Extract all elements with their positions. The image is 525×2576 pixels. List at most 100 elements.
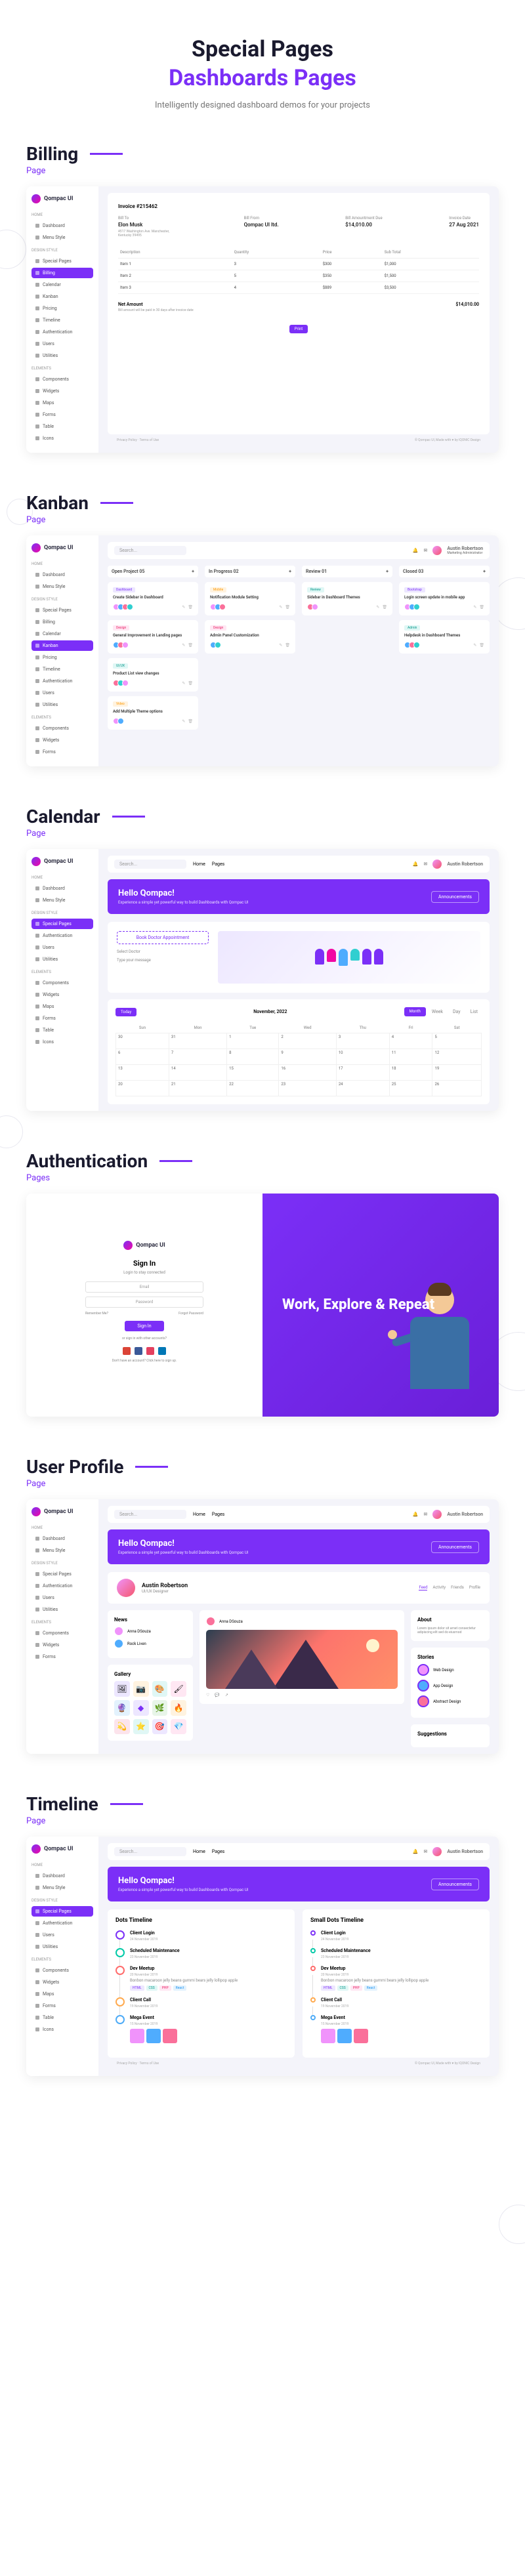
logo[interactable]: Qompac UI: [32, 543, 93, 552]
view-week[interactable]: Week: [428, 1007, 447, 1016]
print-button[interactable]: Print: [289, 325, 308, 333]
nav-item[interactable]: Widgets: [32, 735, 93, 745]
nav-item[interactable]: Users: [32, 688, 93, 698]
gallery-item[interactable]: ◆: [133, 1700, 149, 1716]
nav-item[interactable]: Utilities: [32, 954, 93, 965]
cal-day[interactable]: 20: [116, 1081, 169, 1096]
trash-icon[interactable]: 🗑: [479, 643, 484, 648]
story-avatar[interactable]: [417, 1664, 429, 1676]
nav-item[interactable]: Widgets: [32, 1977, 93, 1987]
nav-maps[interactable]: Maps: [32, 398, 93, 408]
trash-icon[interactable]: 🗑: [188, 719, 193, 724]
cal-day[interactable]: 14: [169, 1065, 226, 1081]
post-image[interactable]: [206, 1630, 398, 1689]
cal-day[interactable]: 25: [389, 1081, 432, 1096]
nav-item[interactable]: Table: [32, 1025, 93, 1035]
nav-item[interactable]: Forms: [32, 1013, 93, 1024]
cal-day[interactable]: 2: [279, 1033, 336, 1049]
cal-day[interactable]: 11: [389, 1049, 432, 1065]
profile-avatar[interactable]: [117, 1579, 135, 1597]
nav-item[interactable]: Pricing: [32, 652, 93, 663]
nav-menu[interactable]: Menu Style: [32, 232, 93, 243]
kanban-card[interactable]: DesignAdmin Panel Customization✎🗑: [205, 620, 295, 654]
kanban-card[interactable]: VideoAdd Multiple Theme options✎🗑: [108, 696, 198, 730]
cal-day[interactable]: 16: [279, 1065, 336, 1081]
nav-item[interactable]: Calendar: [32, 629, 93, 639]
cal-day[interactable]: 5: [432, 1033, 482, 1049]
email-input[interactable]: Email: [85, 1281, 203, 1293]
bell-icon[interactable]: 🔔: [413, 548, 419, 553]
instagram-icon[interactable]: [146, 1347, 154, 1355]
trash-icon[interactable]: 🗑: [188, 605, 193, 610]
cal-day[interactable]: 15: [227, 1065, 279, 1081]
forgot-link[interactable]: Forgot Password: [178, 1312, 203, 1316]
nav-special[interactable]: Special Pages: [32, 256, 93, 266]
gallery-item[interactable]: ⭐: [133, 1719, 149, 1735]
nav-item[interactable]: Menu Style: [32, 581, 93, 592]
tab-profile[interactable]: Profile: [469, 1585, 480, 1590]
gallery-item[interactable]: 💎: [171, 1719, 186, 1735]
nav-users[interactable]: Users: [32, 339, 93, 349]
nav-special-active[interactable]: Special Pages: [32, 919, 93, 929]
nav-item[interactable]: Authentication: [32, 1918, 93, 1928]
tl-image[interactable]: [163, 2029, 177, 2043]
nav-item[interactable]: Maps: [32, 1001, 93, 1012]
nav-item[interactable]: Icons: [32, 1037, 93, 1047]
logo[interactable]: Qompac UI: [32, 1844, 93, 1854]
view-month[interactable]: Month: [404, 1007, 426, 1016]
cal-day[interactable]: 9: [279, 1049, 336, 1065]
message-field[interactable]: Type your message: [117, 958, 209, 963]
tab-friends[interactable]: Friends: [451, 1585, 464, 1590]
password-input[interactable]: Password: [85, 1297, 203, 1308]
nav-item[interactable]: Users: [32, 942, 93, 953]
cal-day[interactable]: 6: [116, 1049, 169, 1065]
gallery-item[interactable]: 🖌: [171, 1681, 186, 1697]
cal-day[interactable]: 3: [336, 1033, 389, 1049]
home-link[interactable]: Home: [193, 1849, 205, 1854]
cal-day[interactable]: 30: [116, 1033, 169, 1049]
cal-day[interactable]: 1: [227, 1033, 279, 1049]
trash-icon[interactable]: 🗑: [285, 605, 290, 610]
nav-item[interactable]: Special Pages: [32, 605, 93, 615]
search-input[interactable]: Search...: [114, 546, 186, 555]
google-icon[interactable]: [123, 1347, 131, 1355]
nav-item[interactable]: Widgets: [32, 1640, 93, 1650]
cal-day[interactable]: 18: [389, 1065, 432, 1081]
kanban-card[interactable]: ReviewSidebar in Dashboard Themes✎🗑: [302, 582, 392, 615]
nav-item[interactable]: Forms: [32, 2001, 93, 2011]
avatar[interactable]: [432, 546, 442, 555]
nav-item[interactable]: Forms: [32, 1652, 93, 1662]
nav-forms[interactable]: Forms: [32, 409, 93, 420]
mail-icon[interactable]: ✉: [424, 548, 428, 553]
nav-item[interactable]: Users: [32, 1592, 93, 1603]
nav-item[interactable]: Components: [32, 978, 93, 988]
tab-activity[interactable]: Activity: [432, 1585, 446, 1590]
trash-icon[interactable]: 🗑: [382, 605, 387, 610]
edit-icon[interactable]: ✎: [182, 719, 185, 724]
avatar[interactable]: [432, 1847, 442, 1856]
story-avatar[interactable]: [417, 1680, 429, 1692]
nav-item[interactable]: Widgets: [32, 989, 93, 1000]
nav-timeline[interactable]: Timeline: [32, 315, 93, 325]
tl-image[interactable]: [146, 2029, 161, 2043]
trash-icon[interactable]: 🗑: [188, 643, 193, 648]
edit-icon[interactable]: ✎: [279, 643, 282, 648]
signup-link[interactable]: Don't have an account? Click here to sig…: [85, 1359, 203, 1363]
nav-item[interactable]: Dashboard: [32, 570, 93, 580]
friend-avatar[interactable]: [114, 1639, 123, 1648]
mail-icon[interactable]: ✉: [424, 1849, 428, 1854]
nav-pricing[interactable]: Pricing: [32, 303, 93, 314]
gallery-item[interactable]: 📷: [133, 1681, 149, 1697]
cal-day[interactable]: 7: [169, 1049, 226, 1065]
kanban-card[interactable]: BootstrapLogin screen update in mobile a…: [399, 582, 490, 615]
search-input[interactable]: Search...: [114, 1510, 186, 1519]
cal-day[interactable]: 17: [336, 1065, 389, 1081]
cal-day[interactable]: 4: [389, 1033, 432, 1049]
plus-icon[interactable]: +: [192, 569, 194, 574]
cal-day[interactable]: 13: [116, 1065, 169, 1081]
cal-day[interactable]: 8: [227, 1049, 279, 1065]
nav-dashboard[interactable]: Dashboard: [32, 220, 93, 231]
gallery-item[interactable]: 🔥: [171, 1700, 186, 1716]
kanban-card[interactable]: AdminHelpdesk in Dashboard Themes✎🗑: [399, 620, 490, 654]
nav-home-link[interactable]: Home: [193, 862, 205, 867]
